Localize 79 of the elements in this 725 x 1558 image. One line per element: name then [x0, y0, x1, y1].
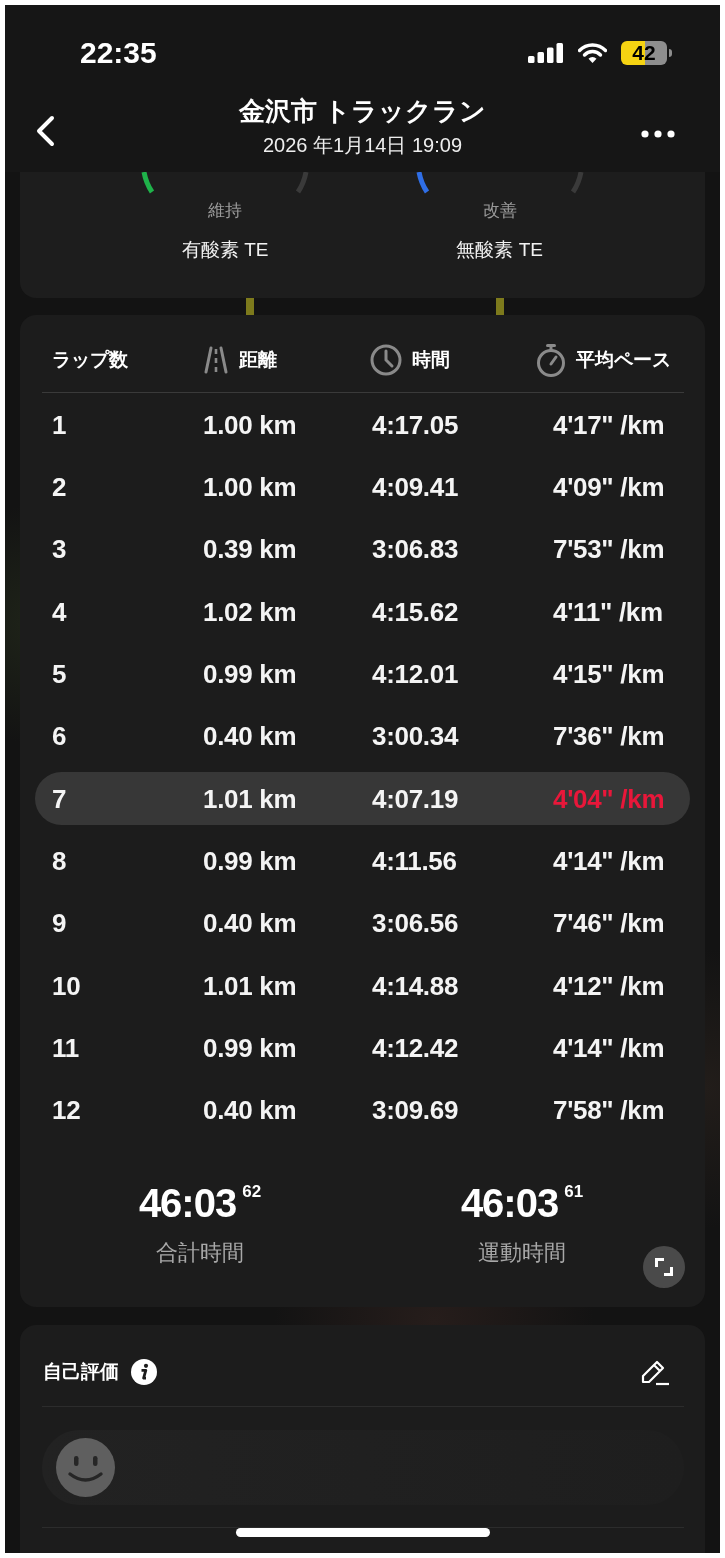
total-time-label: 合計時間 [156, 1238, 244, 1267]
lap-distance: 1.02 km [203, 596, 297, 627]
lap-pace: 4'04" /km [553, 783, 665, 814]
effect-rating: 維持 [208, 200, 243, 222]
lap-time: 3:06.56 [372, 908, 459, 939]
lap-pace: 4'14" /km [553, 846, 665, 876]
lap-distance: 0.39 km [203, 534, 297, 565]
lap-number: 11 [52, 1033, 79, 1064]
smiley-icon[interactable] [56, 1438, 115, 1497]
lap-time: 4:15.62 [372, 596, 459, 627]
edit-icon[interactable] [640, 1358, 670, 1386]
lap-number: 10 [52, 970, 81, 1001]
lap-time: 4:17.05 [372, 409, 459, 440]
lap-distance: 0.99 km [203, 658, 297, 689]
lap-pace: 4'15" /km [553, 658, 665, 689]
lap-pace: 4'11" /km [553, 596, 663, 627]
lap-pace: 7'36" /km [553, 721, 665, 752]
lap-number: 1 [52, 409, 67, 440]
chevron-left-icon [35, 115, 55, 147]
road-icon [203, 345, 229, 374]
total-time-label: 運動時間 [478, 1238, 566, 1267]
battery-indicator: 42 [621, 41, 672, 65]
lap-number: 9 [52, 908, 67, 939]
signal-icon [528, 43, 564, 63]
lap-pace: 7'46" /km [553, 908, 665, 939]
total-time-value: 46:03$^{62}$ [138, 1179, 262, 1226]
effect-label: 無酸素 TE [456, 238, 544, 262]
lap-time: 4:14.88 [372, 970, 459, 1001]
lap-distance: 0.40 km [203, 1095, 297, 1126]
lap-number: 7 [52, 783, 67, 814]
lap-pace: 7'53" /km [553, 534, 665, 565]
total-time-value: 46:03$^{61}$ [460, 1179, 584, 1226]
lap-time: 3:09.69 [372, 1095, 459, 1126]
lap-distance: 0.40 km [203, 908, 297, 939]
lap-pace: 7'58" /km [553, 1095, 665, 1126]
lap-distance: 1.00 km [203, 409, 297, 440]
expand-button[interactable] [643, 1246, 685, 1288]
lap-number: 3 [52, 534, 67, 565]
lap-time: 3:06.83 [372, 534, 459, 565]
stopwatch-icon [536, 342, 566, 377]
lap-number: 4 [52, 596, 67, 627]
more-icon [641, 130, 675, 138]
lap-pace: 4'17" /km [553, 409, 665, 440]
lap-time: 4:11.56 [372, 846, 457, 876]
lap-pace: 4'12" /km [553, 970, 665, 1001]
more-button[interactable] [641, 130, 675, 138]
lap-number: 12 [52, 1095, 81, 1126]
lap-distance: 0.99 km [203, 846, 297, 876]
lap-time: 4:07.19 [372, 783, 459, 814]
expand-icon [655, 1258, 673, 1276]
effect-label: 有酸素 TE [181, 238, 269, 262]
column-header: 平均ペース [576, 347, 671, 372]
section-title: 自己評価 [43, 1360, 119, 1384]
lap-distance: 1.00 km [203, 471, 297, 502]
lap-distance: 1.01 km [203, 970, 297, 1001]
lap-time: 4:09.41 [372, 471, 459, 502]
column-header: 時間 [412, 347, 450, 372]
activity-date: 2026 年1月14日 19:09 [263, 133, 462, 158]
lap-time: 4:12.01 [372, 658, 459, 689]
clock-icon [370, 343, 402, 376]
activity-title: 金沢市 トラックラン [238, 95, 487, 127]
back-button[interactable] [35, 115, 55, 147]
status-time: 22:35 [80, 38, 157, 68]
lap-number: 5 [52, 658, 67, 689]
info-icon[interactable] [131, 1359, 157, 1385]
lap-distance: 0.99 km [203, 1033, 297, 1064]
wifi-icon [578, 42, 607, 64]
lap-number: 6 [52, 721, 67, 752]
lap-time: 4:12.42 [372, 1033, 459, 1064]
lap-distance: 0.40 km [203, 721, 297, 752]
lap-number: 2 [52, 471, 67, 502]
lap-time: 3:00.34 [372, 721, 459, 752]
lap-distance: 1.01 km [203, 783, 297, 814]
lap-pace: 4'09" /km [553, 471, 665, 502]
effect-rating: 改善 [482, 200, 517, 222]
column-header: ラップ数 [52, 347, 128, 372]
lap-number: 8 [52, 846, 67, 876]
column-header: 距離 [239, 347, 277, 372]
lap-pace: 4'14" /km [553, 1033, 665, 1064]
